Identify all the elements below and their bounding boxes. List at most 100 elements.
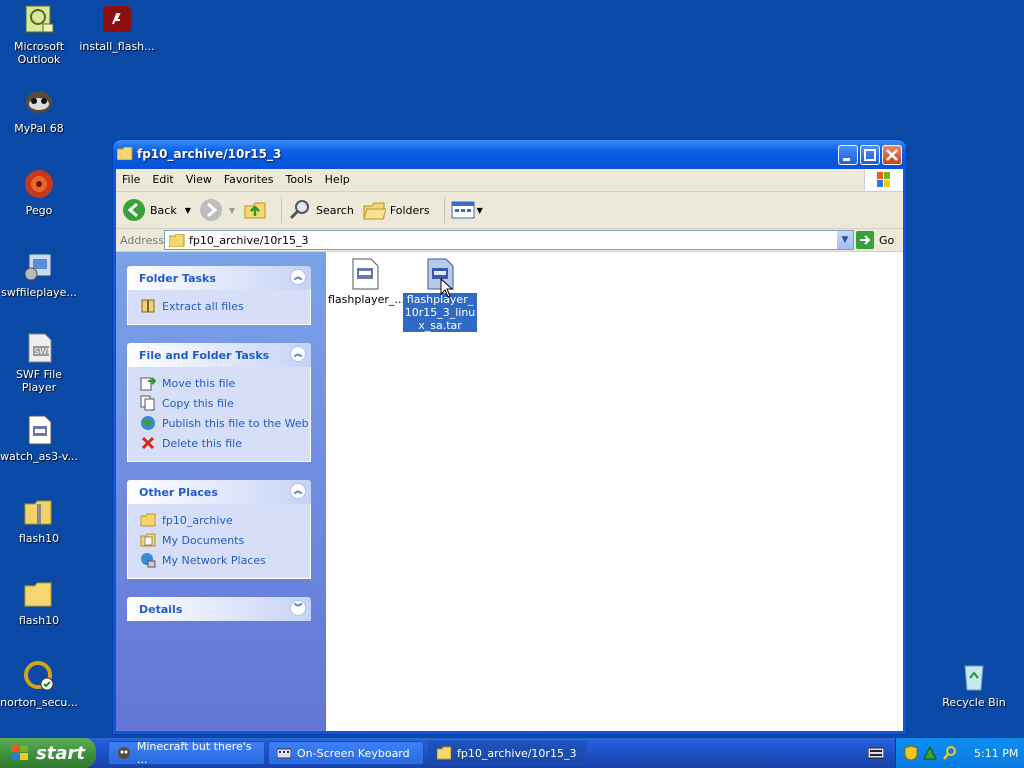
other-place-my-documents[interactable]: My Documents <box>140 530 310 550</box>
desktop-icon-swf-file-player[interactable]: SWF SWF File Player <box>0 332 78 394</box>
flash-installer-icon <box>101 4 133 36</box>
title-bar[interactable]: fp10_archive/10r15_3 <box>113 140 906 169</box>
extract-all-files-link[interactable]: Extract all files <box>140 296 310 316</box>
address-input[interactable]: fp10_archive/10r15_3 ▼ <box>164 230 854 250</box>
move-file-link[interactable]: Move this file <box>140 373 310 393</box>
desktop-icon-pego[interactable]: Pego <box>0 168 78 217</box>
taskbar-task-onscreen-keyboard[interactable]: On-Screen Keyboard <box>268 741 424 765</box>
go-button[interactable]: Go <box>856 231 894 249</box>
search-button[interactable]: Search <box>288 198 354 222</box>
desktop-icon-flash10-zip[interactable]: flash10 <box>0 496 78 545</box>
desktop-icon-label: Microsoft Outlook <box>13 40 65 66</box>
address-dropdown-icon[interactable]: ▼ <box>837 231 853 249</box>
forward-button[interactable]: ▼ <box>199 198 235 222</box>
my-documents-icon <box>140 532 156 548</box>
forward-arrow-icon <box>199 199 222 221</box>
folders-button[interactable]: Folders <box>362 198 430 222</box>
panel-title: Folder Tasks <box>139 272 216 285</box>
back-button[interactable]: Back ▼ <box>122 198 191 222</box>
menu-bar: File Edit View Favorites Tools Help <box>116 169 903 192</box>
forward-dropdown-icon: ▼ <box>228 205 236 215</box>
clock: 5:11 PM <box>974 746 1019 760</box>
taskbar-task-explorer[interactable]: fp10_archive/10r15_3 <box>428 741 586 765</box>
folder-icon <box>437 746 451 760</box>
desktop-icon-label: Recycle Bin <box>942 696 1006 709</box>
views-dropdown-icon: ▼ <box>476 205 483 215</box>
zip-folder-icon <box>23 496 55 528</box>
desktop-icon-install-flash[interactable]: install_flash... <box>78 4 156 53</box>
task-label: fp10_archive/10r15_3 <box>457 746 577 760</box>
security-shield-icon[interactable] <box>904 745 918 761</box>
collapse-icon[interactable]: ︽ <box>290 483 306 499</box>
task-pane: Folder Tasks ︽ Extract all files File an… <box>116 252 326 731</box>
start-button[interactable]: start <box>0 738 96 768</box>
taskbar: start Minecraft but there's ... On-Scree… <box>0 738 1024 768</box>
menu-file[interactable]: File <box>116 169 146 190</box>
other-places-header[interactable]: Other Places ︽ <box>127 480 311 504</box>
desktop-icon-outlook[interactable]: Microsoft Outlook <box>0 4 78 66</box>
panel-item-label: Extract all files <box>162 299 244 313</box>
norton-icon <box>23 660 55 692</box>
expand-icon[interactable]: ︾ <box>290 600 306 616</box>
delete-file-link[interactable]: Delete this file <box>140 433 310 453</box>
minimize-button[interactable] <box>838 145 858 165</box>
toolbar: Back ▼ ▼ Search Folders ▼ <box>116 192 903 229</box>
taskbar-task-minecraft[interactable]: Minecraft but there's ... <box>108 740 265 766</box>
up-folder-button[interactable] <box>243 198 267 222</box>
back-dropdown-icon[interactable]: ▼ <box>185 206 191 215</box>
file-item-selected[interactable]: flashplayer_10r15_3_linux_sa.tar <box>402 258 478 332</box>
folder-tasks-header[interactable]: Folder Tasks ︽ <box>127 266 311 290</box>
desktop-icon-norton[interactable]: norton_secu... <box>0 660 78 709</box>
other-place-fp10-archive[interactable]: fp10_archive <box>140 510 310 530</box>
menu-edit[interactable]: Edit <box>146 169 179 190</box>
desktop-icon-swffileplayer-installer[interactable]: swffileplaye... <box>0 250 78 299</box>
panel-title: Details <box>139 603 183 616</box>
panel-item-label: My Documents <box>162 533 245 547</box>
desktop-icon-watch-as3[interactable]: watch_as3-v... <box>0 414 78 463</box>
move-icon <box>140 375 157 391</box>
file-folder-tasks-header[interactable]: File and Folder Tasks ︽ <box>127 343 311 367</box>
folder-icon <box>116 146 133 161</box>
up-folder-icon <box>244 202 266 219</box>
file-item[interactable]: flashplayer_... <box>327 258 405 306</box>
panel-item-label: fp10_archive <box>162 513 233 527</box>
mouse-cursor-icon <box>440 278 454 298</box>
menu-help[interactable]: Help <box>319 169 356 190</box>
back-arrow-icon <box>123 199 145 221</box>
folder-icon <box>23 578 55 610</box>
desktop-icon-label: watch_as3-v... <box>0 450 78 463</box>
toolbar-separator <box>443 197 445 223</box>
details-header[interactable]: Details ︾ <box>127 597 311 621</box>
windows-logo-icon <box>864 169 903 191</box>
extract-icon <box>140 298 156 314</box>
document-icon <box>23 414 55 446</box>
menu-favorites[interactable]: Favorites <box>218 169 280 190</box>
other-place-my-network-places[interactable]: My Network Places <box>140 550 310 570</box>
address-value: fp10_archive/10r15_3 <box>189 233 309 247</box>
browser-icon <box>118 747 130 759</box>
other-places-panel: Other Places ︽ fp10_archive My Documents <box>127 480 311 579</box>
document-icon <box>351 258 379 290</box>
collapse-icon[interactable]: ︽ <box>290 269 306 285</box>
maximize-button[interactable] <box>860 145 880 165</box>
menu-tools[interactable]: Tools <box>280 169 319 190</box>
desktop-icon-flash10-folder[interactable]: flash10 <box>0 578 78 627</box>
collapse-icon[interactable]: ︽ <box>290 346 306 362</box>
panel-title: Other Places <box>139 486 218 499</box>
folder-icon <box>169 233 185 247</box>
copy-file-link[interactable]: Copy this file <box>140 393 310 413</box>
search-tray-icon[interactable] <box>942 745 958 761</box>
swf-player-installer-icon <box>23 250 55 282</box>
desktop-icon-mypal[interactable]: MyPal 68 <box>0 86 78 135</box>
desktop-icon-recycle-bin[interactable]: Recycle Bin <box>935 660 1013 709</box>
file-folder-tasks-panel: File and Folder Tasks ︽ Move this file C… <box>127 343 311 462</box>
network-tray-icon[interactable] <box>922 745 938 761</box>
views-button[interactable]: ▼ <box>451 200 483 220</box>
publish-file-link[interactable]: Publish this file to the Web <box>140 413 310 433</box>
keyboard-tray-icon[interactable] <box>868 746 884 760</box>
close-button[interactable] <box>882 145 902 165</box>
recycle-bin-icon <box>958 660 990 692</box>
pego-icon <box>23 168 55 200</box>
desktop-icon-label: norton_secu... <box>0 696 78 709</box>
menu-view[interactable]: View <box>180 169 218 190</box>
